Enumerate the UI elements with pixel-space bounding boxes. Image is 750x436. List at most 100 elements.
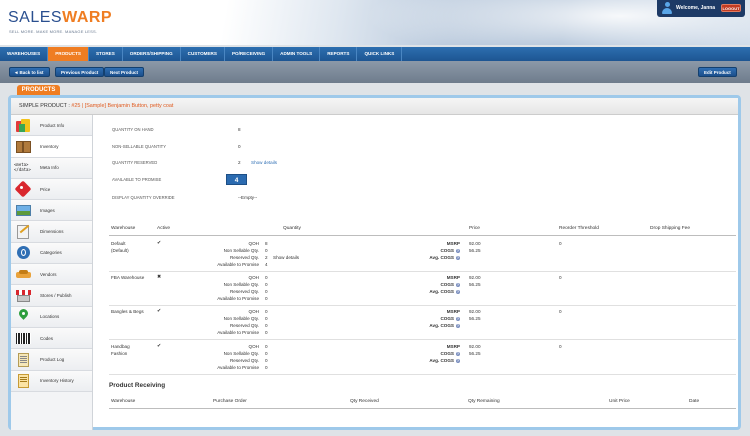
qty-value: 2 <box>265 255 268 260</box>
help-icon[interactable]: ? <box>456 358 460 363</box>
price-label-text: COGS <box>440 351 454 356</box>
nav-stores[interactable]: STORES <box>89 47 123 61</box>
logout-button[interactable]: LOGOUT <box>721 4 741 12</box>
sidebar-item-images[interactable]: Images <box>11 200 92 222</box>
qty-label: Reserved Qty. <box>229 358 259 363</box>
help-icon[interactable]: ? <box>456 289 460 294</box>
price-label: Avg. COGS? <box>421 255 460 260</box>
price-label-text: MSRP <box>446 275 460 280</box>
show-details-link[interactable]: Show details <box>273 255 299 260</box>
msrp-value: 92.00 <box>469 241 481 246</box>
product-receiving-title: Product Receiving <box>109 382 166 389</box>
override-label: DISPLAY QUANTITY OVERRIDE <box>112 195 175 200</box>
qty-value: 0 <box>265 275 268 280</box>
qty-value: 0 <box>265 309 268 314</box>
dimensions-icon <box>15 223 32 240</box>
saleswarp-logo[interactable]: SALESWARP <box>8 9 112 27</box>
back-to-list-button[interactable]: ◂ Back to list <box>9 67 50 77</box>
sidebar-item-vendors[interactable]: Vendors <box>11 264 92 286</box>
col-header-reorder-threshold: Reorder Threshold <box>559 226 599 231</box>
qty-value: 0 <box>265 289 268 294</box>
qty-label: Available to Promise <box>217 262 259 267</box>
sidebar-item-inventory-history[interactable]: Inventory History <box>11 370 92 392</box>
help-icon[interactable]: ? <box>456 255 460 260</box>
qty-value: 0 <box>265 358 268 363</box>
nav-admin-tools[interactable]: ADMIN TOOLS <box>273 47 321 61</box>
warehouse-link[interactable]: Bangles & Begs <box>111 309 144 314</box>
sidebar-item-categories[interactable]: Categories <box>11 242 92 265</box>
sidebar-item-label: Price <box>40 186 51 192</box>
meta-code-icon: <meta> </data> <box>14 162 31 173</box>
store-icon <box>15 287 32 304</box>
qty-label: Available to Promise <box>217 330 259 335</box>
price-label-text: COGS <box>440 248 454 253</box>
sidebar-item-label: Meta Info <box>40 165 59 171</box>
price-label-text: Avg. COGS <box>429 323 454 328</box>
recv-col-unit-price: Unit Price <box>609 399 630 404</box>
sidebar-item-label: Dimensions <box>40 229 64 235</box>
row-divider <box>109 305 736 306</box>
price-label: MSRP <box>421 241 460 246</box>
sidebar-item-product-log[interactable]: Product Log <box>11 349 92 371</box>
nav-orders-shipping[interactable]: ORDERS/SHIPPING <box>123 47 181 61</box>
edit-product-button[interactable]: Edit Product <box>698 67 737 77</box>
qty-label: Non Sellable Qty. <box>223 282 259 287</box>
col-header-drop-shipping-fee: Drop Shipping Fee <box>650 226 690 231</box>
sidebar-item-inventory[interactable]: Inventory <box>11 136 92 158</box>
warehouse-link[interactable]: FBA Warehouse <box>111 275 144 280</box>
price-label: COGS? <box>421 282 460 287</box>
location-pin-icon <box>15 307 32 325</box>
qty-value: 0 <box>265 344 268 349</box>
welcome-text: Welcome, Janna <box>676 5 716 11</box>
sidebar-item-stores-publish[interactable]: Stores / Publish <box>11 285 92 307</box>
recv-col-qty-remaining: Qty Remaining <box>468 399 500 404</box>
row-divider <box>109 339 736 340</box>
help-icon[interactable]: ? <box>456 248 460 253</box>
logo-tagline: SELL MORE. MAKE MORE. MANAGE LESS. <box>9 29 98 34</box>
help-icon[interactable]: ? <box>456 316 460 321</box>
row-divider <box>109 271 736 272</box>
price-label: Avg. COGS? <box>421 289 460 294</box>
show-details-link[interactable]: Show details <box>251 160 277 165</box>
nav-reports[interactable]: REPORTS <box>320 47 358 61</box>
msrp-value: 92.00 <box>469 275 481 280</box>
sidebar-item-product-info[interactable]: Product Info <box>11 115 92 137</box>
previous-product-button[interactable]: Previous Product <box>55 67 105 77</box>
table-row <box>101 241 736 271</box>
warehouse-link[interactable]: Handbag <box>111 344 130 349</box>
price-label-text: Avg. COGS <box>429 289 454 294</box>
help-icon[interactable]: ? <box>456 351 460 356</box>
sidebar-item-dimensions[interactable]: Dimensions <box>11 221 92 243</box>
warehouse-link[interactable]: Default <box>111 241 126 246</box>
nav-quick-links[interactable]: QUICK LINKS <box>357 47 403 61</box>
price-label: Avg. COGS? <box>421 323 460 328</box>
sidebar-item-label: Stores / Publish <box>40 293 72 299</box>
price-label-text: Avg. COGS <box>429 358 454 363</box>
price-label-text: MSRP <box>446 309 460 314</box>
sidebar-item-price[interactable]: Price <box>11 178 92 201</box>
sidebar-item-label: Locations <box>40 314 60 320</box>
sidebar-item-label: Categories <box>40 250 62 256</box>
qty-label: Reserved Qty. <box>229 255 259 260</box>
history-icon <box>15 372 32 389</box>
qty-value: 0 <box>265 248 268 253</box>
help-icon[interactable]: ? <box>456 323 460 328</box>
price-label: Avg. COGS? <box>421 358 460 363</box>
price-label: MSRP <box>421 275 460 280</box>
nav-customers[interactable]: CUSTOMERS <box>181 47 225 61</box>
nav-po-receiving[interactable]: PO/RECEIVING <box>225 47 274 61</box>
help-icon[interactable]: ? <box>456 282 460 287</box>
next-product-button[interactable]: Next Product <box>104 67 145 77</box>
qoh-value: 8 <box>238 127 241 132</box>
qty-label: Non Sellable Qty. <box>223 248 259 253</box>
qty-label: Reserved Qty. <box>229 323 259 328</box>
nav-warehouses[interactable]: WAREHOUSES <box>0 47 49 61</box>
sidebar-item-codes[interactable]: Codes <box>11 327 92 350</box>
user-box: Welcome, Janna LOGOUT <box>657 0 745 17</box>
recv-col-qty-received: Qty Received <box>350 399 379 404</box>
check-icon: ✔ <box>157 308 162 314</box>
nav-products[interactable]: PRODUCTS <box>48 47 89 61</box>
override-value[interactable]: --Empty-- <box>238 195 257 200</box>
sidebar-item-meta-info[interactable]: <meta> </data> Meta Info <box>11 157 92 179</box>
sidebar-item-locations[interactable]: Locations <box>11 306 92 328</box>
